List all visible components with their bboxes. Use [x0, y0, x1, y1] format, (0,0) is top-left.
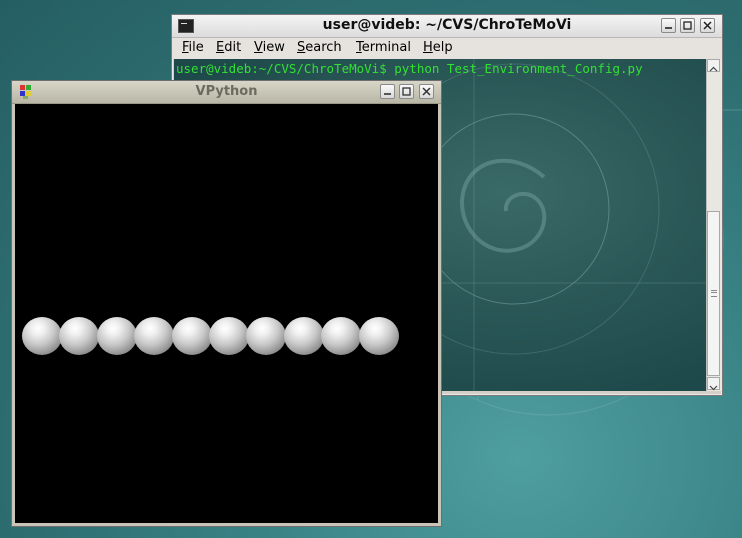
menu-file[interactable]: File — [182, 40, 204, 55]
scroll-up-icon[interactable] — [707, 59, 720, 72]
close-icon[interactable] — [700, 18, 715, 33]
menu-view[interactable]: View — [254, 40, 285, 55]
vpython-3d-canvas[interactable] — [15, 104, 438, 523]
menu-search[interactable]: Search — [297, 40, 342, 55]
sphere — [246, 317, 287, 355]
sphere — [22, 317, 62, 355]
scrollbar-thumb[interactable] — [707, 211, 720, 376]
terminal-titlebar[interactable]: user@videb: ~/CVS/ChroTeMoVi — [172, 15, 722, 38]
terminal-menubar: File Edit View Search Terminal Help — [172, 38, 722, 59]
sphere — [134, 317, 175, 355]
scroll-down-icon[interactable] — [707, 377, 720, 391]
menu-terminal[interactable]: Terminal — [356, 40, 411, 55]
sphere — [283, 317, 324, 355]
terminal-command-line: user@videb:~/CVS/ChroTeMoVi$ python Test… — [176, 61, 643, 76]
vpython-title: VPython — [195, 84, 258, 99]
sphere — [59, 317, 100, 355]
menu-edit[interactable]: Edit — [216, 40, 241, 55]
minimize-icon[interactable] — [380, 84, 395, 99]
maximize-icon[interactable] — [399, 84, 414, 99]
sphere — [96, 317, 137, 355]
sphere — [358, 317, 399, 355]
vpython-window[interactable]: VPython — [11, 80, 442, 527]
sphere — [321, 317, 362, 355]
menu-help[interactable]: Help — [423, 40, 453, 55]
vpython-titlebar[interactable]: VPython — [12, 81, 441, 104]
maximize-icon[interactable] — [680, 18, 695, 33]
sphere — [171, 317, 212, 355]
close-icon[interactable] — [419, 84, 434, 99]
minimize-icon[interactable] — [661, 18, 676, 33]
terminal-scrollbar[interactable] — [706, 59, 721, 391]
sphere — [209, 317, 249, 355]
terminal-title: user@videb: ~/CVS/ChroTeMoVi — [322, 17, 572, 33]
